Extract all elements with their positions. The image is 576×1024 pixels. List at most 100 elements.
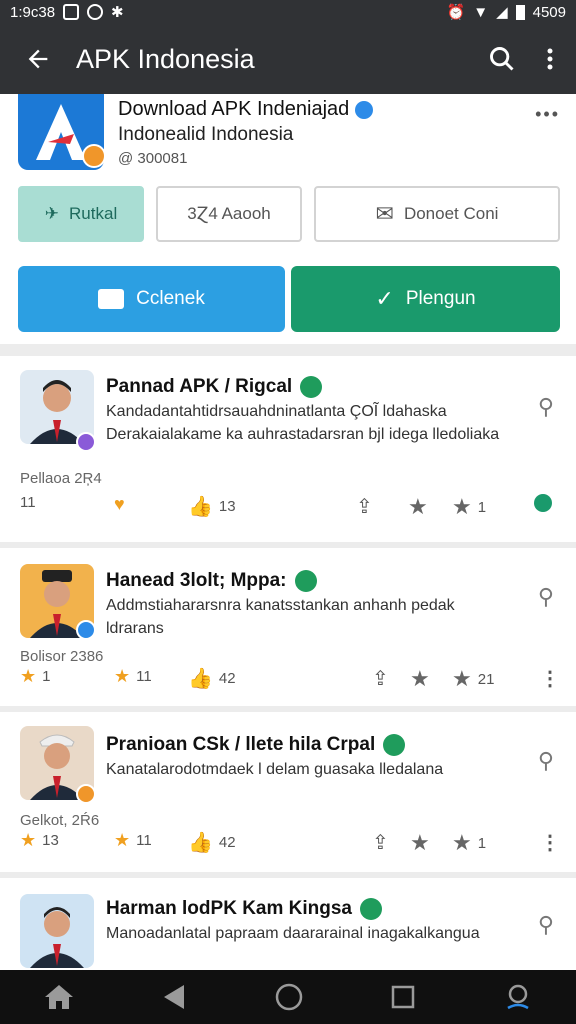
avatar-badge-icon	[76, 432, 96, 452]
star-rating: ★ 1	[20, 666, 50, 687]
stat-count: 13	[42, 832, 59, 849]
heart-icon[interactable]: ♥	[114, 494, 125, 515]
thumbs-up-icon: 👍	[188, 668, 213, 690]
thumbs-up-icon: 👍	[188, 832, 213, 854]
post-stats: ★ 13 ★ 11 👍 42 ⇪ ★ ★ 1 ⋮	[20, 830, 560, 858]
paperclip-icon[interactable]: ⚲	[538, 584, 554, 610]
post-meta: Bolisor 2386	[20, 648, 104, 665]
button-label: Cclenek	[136, 288, 205, 309]
recents-icon[interactable]	[390, 984, 416, 1010]
status-time: 1:9c38	[10, 3, 56, 21]
more-vert-icon[interactable]	[546, 47, 554, 71]
app-badge-icon	[82, 144, 106, 168]
chip-aaooh[interactable]: 3Ɀ4 Aaooh	[156, 186, 302, 242]
app-bar: APK Indonesia	[0, 24, 576, 94]
star-rating: ★ 11	[114, 666, 152, 687]
star-icon[interactable]: ★	[408, 494, 428, 520]
assistant-icon[interactable]	[503, 982, 533, 1012]
avatar-badge-icon	[76, 620, 96, 640]
app-subtitle: Indonealid Indonesia	[118, 124, 294, 145]
rating-count: 1	[477, 498, 487, 516]
chip-donoet[interactable]: ✉ Donoet Coni	[314, 186, 560, 242]
home-icon[interactable]	[43, 983, 75, 1011]
like-count: 42	[218, 670, 236, 687]
pin-icon: ✈	[44, 204, 60, 223]
g-icon	[87, 4, 104, 20]
signal-icon: ◢	[496, 4, 508, 21]
button-label: Plengun	[405, 288, 476, 309]
avatar-badge-icon	[76, 784, 96, 804]
like-button[interactable]: 👍 42	[188, 666, 236, 691]
star-icon: ★	[114, 830, 131, 850]
wifi-icon: ▼	[473, 3, 489, 21]
secondary-action-button[interactable]: ✓ Plengun	[291, 266, 560, 332]
post-text: Manoadanlatal papraam daararainal inagak…	[106, 925, 480, 942]
rating-button[interactable]: ★ 1	[452, 494, 486, 520]
chip-label: Donoet Coni	[403, 204, 499, 223]
notification-icon	[63, 4, 80, 20]
post-card[interactable]: Pranioan CSk / llete hila Crpal Kanatala…	[0, 712, 576, 872]
like-button[interactable]: 👍 13	[188, 494, 236, 519]
star-icon[interactable]: ★	[410, 666, 430, 692]
alarm-icon: ⏰	[446, 4, 466, 21]
avatar	[20, 894, 94, 968]
star-icon: ★	[452, 494, 472, 519]
app-id: @ 300081	[118, 150, 188, 167]
back-button[interactable]	[0, 45, 76, 73]
post-text: Kandadantahtidrsauahdninatlanta ÇOĨ ldah…	[106, 403, 500, 443]
like-count: 13	[218, 498, 236, 515]
post-meta: Gelkot, 2Ŕ6	[20, 812, 100, 829]
post-text: Kanatalarodotmdaek l delam guasaka lleda…	[106, 761, 444, 778]
post-title: Harman lodPK Kam Kingsa	[106, 898, 352, 920]
like-button[interactable]: 👍 42	[188, 830, 236, 855]
verified-tag-icon	[300, 376, 323, 398]
check-icon: ✓	[375, 286, 394, 311]
back-triangle-icon[interactable]	[162, 983, 188, 1011]
star-icon: ★	[20, 830, 37, 850]
app-header-card: Download APK Indeniajad Indonealid Indon…	[0, 94, 576, 344]
more-horiz-icon[interactable]: •••	[535, 104, 560, 125]
app-logo	[18, 94, 106, 170]
post-title: Pranioan CSk / llete hila Crpal	[106, 734, 376, 756]
like-count: 42	[218, 834, 236, 851]
stat-count: 1	[42, 668, 51, 685]
paperclip-icon[interactable]: ⚲	[538, 912, 554, 938]
battery-icon	[515, 4, 525, 20]
share-icon[interactable]: ⇪	[372, 830, 389, 855]
home-circle-icon[interactable]	[274, 982, 304, 1012]
stat-count: 11	[136, 668, 152, 685]
verified-tag-icon	[294, 570, 317, 592]
mail-icon: ✉	[375, 201, 394, 226]
share-icon[interactable]: ⇪	[356, 494, 373, 519]
post-card[interactable]: Pannad APK / Rigcal Kandadantahtidrsauah…	[0, 356, 576, 542]
rating-count: 1	[477, 834, 487, 852]
more-vert-icon[interactable]: ⋮	[540, 830, 560, 855]
more-vert-icon[interactable]: ⋮	[540, 666, 560, 691]
star-rating: ★ 11	[114, 830, 152, 851]
chip-label: 3Ɀ4 Aaooh	[187, 204, 271, 223]
post-stats: ★ 1 ★ 11 👍 42 ⇪ ★ ★ 21 ⋮	[20, 666, 560, 694]
stat-count: 11	[20, 494, 36, 511]
rating-button[interactable]: ★ 21	[452, 666, 494, 692]
star-icon[interactable]: ★	[410, 830, 430, 856]
verified-icon	[355, 100, 374, 119]
post-title: Hanead 3lolt; Mppa:	[106, 570, 287, 592]
paperclip-icon[interactable]: ⚲	[538, 748, 554, 774]
post-stats: 11 ♥ 👍 13 ⇪ ★ ★ 1	[20, 494, 560, 522]
star-icon: ★	[114, 666, 131, 686]
star-icon: ★	[452, 830, 472, 855]
paperclip-icon[interactable]: ⚲	[538, 394, 554, 420]
battery-level: 4509	[532, 3, 566, 21]
system-nav-bar	[0, 970, 576, 1024]
chip-label: Rutkal	[69, 204, 118, 223]
post-card[interactable]: Hanead 3lolt; Mppa: Addmstiahararsnra ka…	[0, 548, 576, 706]
sync-icon: ✱	[111, 4, 124, 21]
share-icon[interactable]: ⇪	[372, 666, 389, 691]
primary-action-button[interactable]: Cclenek	[18, 266, 285, 332]
rating-button[interactable]: ★ 1	[452, 830, 486, 856]
page-title: APK Indonesia	[76, 43, 255, 74]
post-card[interactable]: Harman lodPK Kam Kingsa Manoadanlatal pa…	[0, 878, 576, 970]
search-icon[interactable]	[488, 45, 516, 73]
star-rating: ★ 13	[20, 830, 59, 851]
chip-rutkal[interactable]: ✈ Rutkal	[18, 186, 144, 242]
